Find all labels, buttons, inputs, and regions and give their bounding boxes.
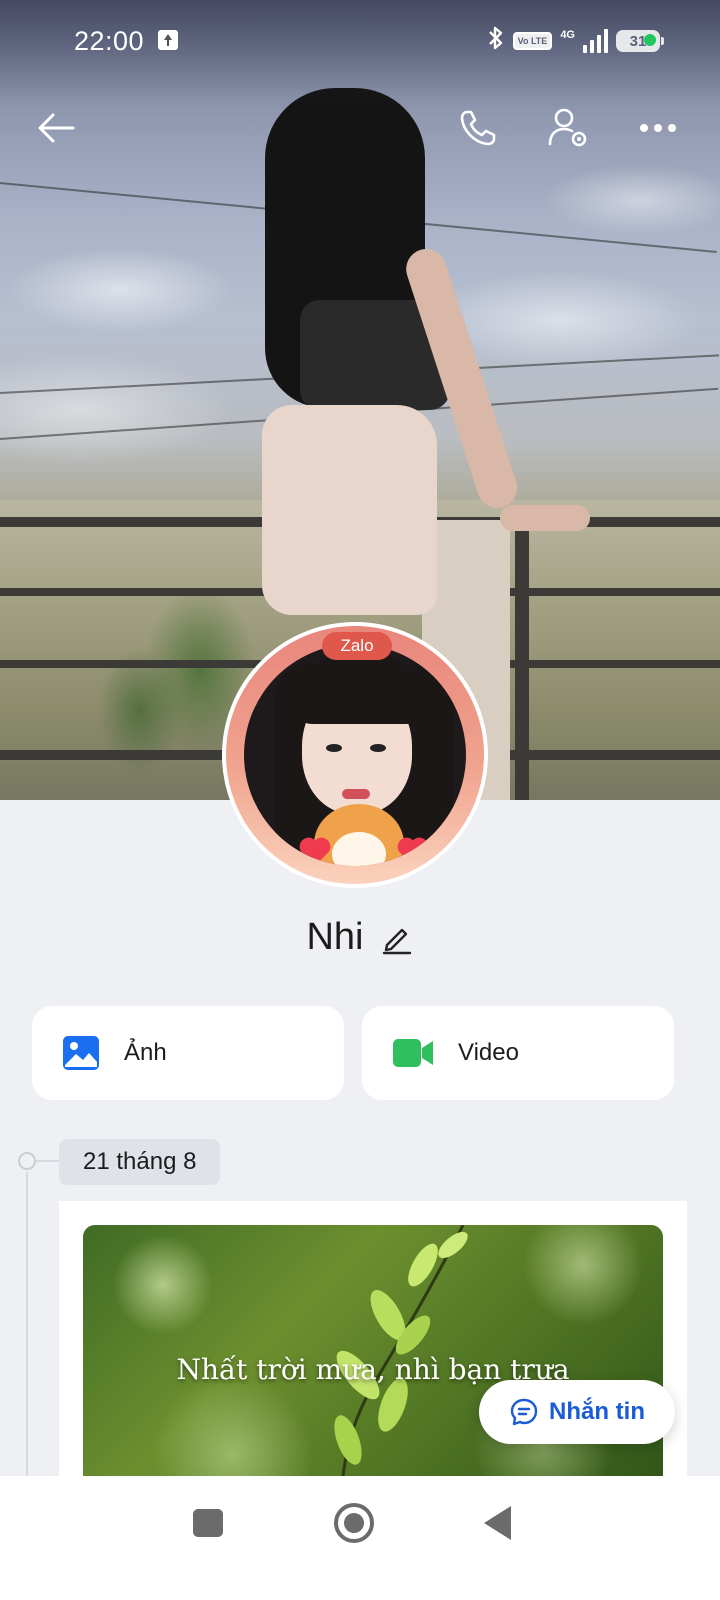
more-icon <box>640 124 676 132</box>
profile-settings-icon <box>548 108 587 147</box>
edit-name-icon[interactable] <box>380 921 414 955</box>
avatar-eye <box>370 744 386 752</box>
video-camera-icon <box>393 1039 433 1067</box>
bluetooth-icon <box>487 25 505 57</box>
upload-icon <box>158 30 178 50</box>
status-icons: Vo LTE 4G 31 <box>487 25 664 57</box>
photos-label: Ảnh <box>124 1039 167 1066</box>
profile-name-row: Nhi <box>0 916 720 959</box>
top-action-bar <box>0 100 720 160</box>
status-bar: 22:00 Vo LTE 4G 31 <box>0 0 720 82</box>
back-icon[interactable] <box>484 1506 511 1540</box>
videos-label: Video <box>458 1039 519 1066</box>
avatar-photo <box>244 644 466 866</box>
network-type: 4G <box>560 29 575 41</box>
profile-settings-button[interactable] <box>542 102 594 154</box>
volte-icon: Vo LTE <box>512 32 553 50</box>
signal-icon <box>583 29 608 53</box>
videos-card[interactable]: Video <box>362 1006 674 1100</box>
active-dot <box>644 34 656 46</box>
back-arrow-icon <box>38 113 75 143</box>
cover-person-hand <box>500 505 590 531</box>
chat-bubble-icon <box>510 1398 538 1426</box>
timeline-line <box>26 1172 28 1492</box>
timeline-dot <box>18 1152 36 1170</box>
post-image[interactable]: Nhất trời mưa, nhì bạn trưa <box>83 1225 663 1501</box>
recents-icon[interactable] <box>193 1509 223 1537</box>
home-icon[interactable] <box>334 1503 374 1543</box>
back-button[interactable] <box>30 102 82 154</box>
photos-card[interactable]: Ảnh <box>32 1006 344 1100</box>
avatar-eye <box>326 744 342 752</box>
cover-post <box>515 530 529 800</box>
zalo-badge: Zalo <box>322 632 392 660</box>
avatar-hair <box>294 654 424 724</box>
photos-icon <box>63 1036 99 1070</box>
timeline-connector <box>36 1160 60 1162</box>
avatar-lip <box>342 789 370 799</box>
call-button[interactable] <box>452 102 504 154</box>
avatar[interactable]: Zalo <box>222 622 488 888</box>
cover-person-skirt <box>262 405 437 615</box>
phone-icon <box>460 110 496 146</box>
timeline-date: 21 tháng 8 <box>59 1139 221 1185</box>
timeline-post[interactable]: Nhất trời mưa, nhì bạn trưa <box>59 1201 687 1501</box>
send-message-label: Nhắn tin <box>549 1398 645 1425</box>
system-nav-bar <box>0 1476 720 1600</box>
more-button[interactable] <box>632 102 684 154</box>
profile-name: Nhi <box>306 916 364 958</box>
send-message-button[interactable]: Nhắn tin <box>479 1380 675 1444</box>
status-time: 22:00 <box>74 26 145 56</box>
